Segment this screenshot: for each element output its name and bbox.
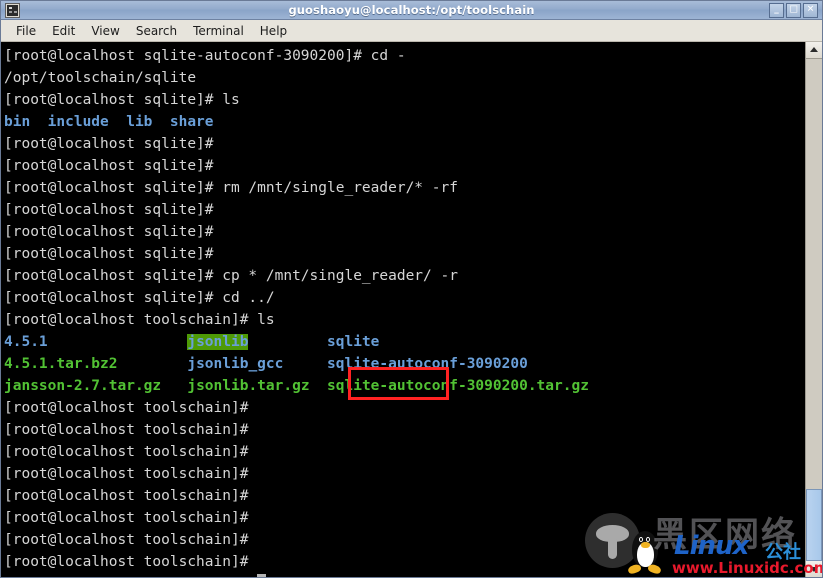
terminal-text: bin include lib share xyxy=(4,114,214,130)
terminal-text: 4.5.1 xyxy=(4,334,48,350)
close-button[interactable]: ✕ xyxy=(803,2,818,18)
terminal-line: [root@localhost sqlite-autoconf-3090200]… xyxy=(4,45,805,67)
terminal-text: [root@localhost toolschain]# xyxy=(4,466,249,482)
terminal-text: [root@localhost sqlite]# xyxy=(4,224,214,240)
window-title: guoshaoyu@localhost:/opt/toolschain xyxy=(288,3,535,17)
terminal-line: [root@localhost toolschain]# xyxy=(4,551,805,573)
terminal-line: [root@localhost toolschain]# xyxy=(4,441,805,463)
scroll-down-arrow-icon[interactable] xyxy=(806,561,822,577)
maximize-icon: □ xyxy=(789,4,798,15)
terminal-text: 4.5.1.tar.bz2 xyxy=(4,356,118,372)
terminal-line: [root@localhost sqlite]# xyxy=(4,221,805,243)
menu-item-help[interactable]: Help xyxy=(252,23,295,39)
terminal-line: [root@localhost toolschain]# xyxy=(4,573,805,577)
maximize-button[interactable]: □ xyxy=(786,2,801,18)
terminal-area: [root@localhost sqlite-autoconf-3090200]… xyxy=(1,42,822,577)
terminal-line: [root@localhost sqlite]# xyxy=(4,155,805,177)
terminal-line: 4.5.1 jsonlib sqlite xyxy=(4,331,805,353)
menu-item-edit[interactable]: Edit xyxy=(44,23,83,39)
terminal-text: [root@localhost toolschain]# xyxy=(4,444,249,460)
minimize-button[interactable]: _ xyxy=(769,2,784,18)
terminal-text: [root@localhost toolschain]# xyxy=(4,488,249,504)
terminal-line: [root@localhost sqlite]# xyxy=(4,133,805,155)
terminal-line: [root@localhost sqlite]# ls xyxy=(4,89,805,111)
terminal-output[interactable]: [root@localhost sqlite-autoconf-3090200]… xyxy=(1,42,805,577)
terminal-text: [root@localhost sqlite]# ls xyxy=(4,92,240,108)
terminal-line: [root@localhost toolschain]# xyxy=(4,397,805,419)
terminal-line: [root@localhost toolschain]# xyxy=(4,419,805,441)
terminal-text: [root@localhost sqlite]# xyxy=(4,202,214,218)
terminal-line: bin include lib share xyxy=(4,111,805,133)
terminal-text: [root@localhost toolschain]# xyxy=(4,554,249,570)
terminal-line: [root@localhost toolschain]# xyxy=(4,463,805,485)
menu-item-file[interactable]: File xyxy=(8,23,44,39)
terminal-text: [root@localhost toolschain]# xyxy=(4,510,249,526)
minimize-icon: _ xyxy=(774,4,779,15)
terminal-text: /opt/toolschain/sqlite xyxy=(4,70,197,86)
terminal-line: [root@localhost sqlite]# rm /mnt/single_… xyxy=(4,177,805,199)
terminal-icon xyxy=(5,2,20,18)
terminal-text: [root@localhost sqlite]# cp * /mnt/singl… xyxy=(4,268,458,284)
terminal-text: [root@localhost sqlite]# xyxy=(4,246,214,262)
terminal-line: /opt/toolschain/sqlite xyxy=(4,67,805,89)
terminal-text: [root@localhost toolschain]# xyxy=(4,532,249,548)
terminal-text: sqlite xyxy=(327,334,380,350)
title-bar[interactable]: guoshaoyu@localhost:/opt/toolschain _ □ … xyxy=(1,1,822,20)
terminal-text: [root@localhost sqlite]# rm /mnt/single_… xyxy=(4,180,458,196)
menu-item-terminal[interactable]: Terminal xyxy=(185,23,252,39)
terminal-line: [root@localhost sqlite]# xyxy=(4,243,805,265)
terminal-text: jansson-2.7.tar.gz xyxy=(4,378,162,394)
terminal-text: [root@localhost sqlite-autoconf-3090200]… xyxy=(4,48,406,64)
scrollbar-thumb[interactable] xyxy=(806,489,822,561)
scrollbar-track[interactable] xyxy=(806,59,822,561)
terminal-cursor xyxy=(257,574,267,577)
terminal-text: jsonlib xyxy=(187,334,249,350)
terminal-text: [root@localhost toolschain]# ls xyxy=(4,312,275,328)
terminal-text: [root@localhost toolschain]# xyxy=(4,422,249,438)
menu-item-view[interactable]: View xyxy=(83,23,127,39)
terminal-text: jsonlib.tar.gz xyxy=(187,378,310,394)
terminal-line: jansson-2.7.tar.gz jsonlib.tar.gz sqlite… xyxy=(4,375,805,397)
terminal-text: [root@localhost sqlite]# xyxy=(4,136,214,152)
scroll-up-arrow-icon[interactable] xyxy=(806,42,822,59)
terminal-line: [root@localhost toolschain]# xyxy=(4,485,805,507)
terminal-text: jsonlib_gcc xyxy=(187,356,284,372)
terminal-window: guoshaoyu@localhost:/opt/toolschain _ □ … xyxy=(0,0,823,578)
terminal-text: sqlite-autoconf-3090200.tar.gz xyxy=(327,378,589,394)
terminal-text: [root@localhost sqlite]# xyxy=(4,158,214,174)
terminal-line: 4.5.1.tar.bz2 jsonlib_gcc sqlite-autocon… xyxy=(4,353,805,375)
terminal-text: sqlite-autoconf-3090200 xyxy=(327,356,528,372)
terminal-line: [root@localhost toolschain]# xyxy=(4,507,805,529)
terminal-line: [root@localhost sqlite]# cd ../ xyxy=(4,287,805,309)
terminal-line: [root@localhost sqlite]# cp * /mnt/singl… xyxy=(4,265,805,287)
terminal-line: [root@localhost toolschain]# ls xyxy=(4,309,805,331)
terminal-scrollbar[interactable] xyxy=(805,42,822,577)
close-icon: ✕ xyxy=(806,4,815,15)
menu-bar: File Edit View Search Terminal Help xyxy=(1,20,822,42)
terminal-line: [root@localhost toolschain]# xyxy=(4,529,805,551)
terminal-line: [root@localhost sqlite]# xyxy=(4,199,805,221)
terminal-text: [root@localhost toolschain]# xyxy=(4,400,249,416)
window-controls: _ □ ✕ xyxy=(769,2,820,18)
terminal-text: [root@localhost sqlite]# cd ../ xyxy=(4,290,275,306)
menu-item-search[interactable]: Search xyxy=(128,23,185,39)
